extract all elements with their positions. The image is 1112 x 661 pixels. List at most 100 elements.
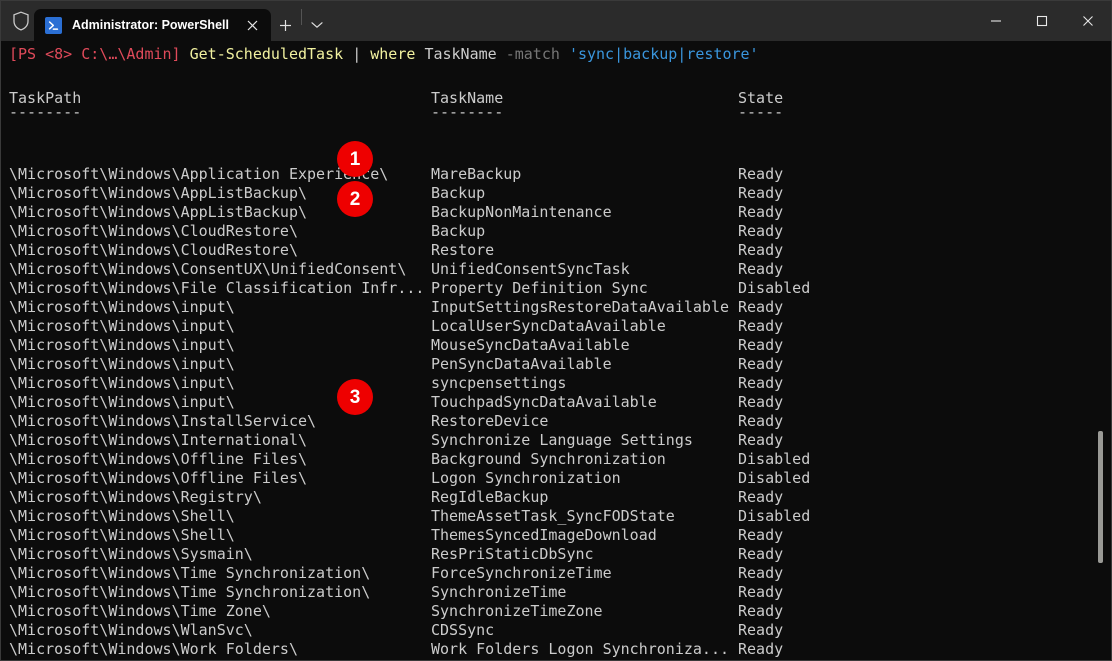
close-icon[interactable] xyxy=(241,13,265,37)
table-row-state: Ready xyxy=(738,621,784,639)
table-row-path: \Microsoft\Windows\CloudRestore\ xyxy=(9,222,298,240)
table-row-state: Ready xyxy=(738,564,784,582)
annotation-badge-2: 2 xyxy=(337,181,373,217)
table-row-state: Ready xyxy=(738,545,784,563)
title-bar: Administrator: PowerShell xyxy=(1,1,1111,41)
close-button[interactable] xyxy=(1065,1,1111,41)
table-row-name: Backup xyxy=(431,184,486,202)
table-row-state: Ready xyxy=(738,260,784,278)
table-row-name: MouseSyncDataAvailable xyxy=(431,336,630,354)
table-row-path: \Microsoft\Windows\input\ xyxy=(9,393,235,411)
table-row-name: ForceSynchronizeTime xyxy=(431,564,612,582)
annotation-badge-1: 1 xyxy=(337,141,373,177)
table-row-path: \Microsoft\Windows\File Classification I… xyxy=(9,279,425,297)
table-row-path: \Microsoft\Windows\InstallService\ xyxy=(9,412,317,430)
rule-state: ----- xyxy=(738,103,784,121)
table-row-path: \Microsoft\Windows\Workplace Join\ xyxy=(9,659,316,660)
window-controls xyxy=(973,1,1111,41)
table-row-name: RegIdleBackup xyxy=(431,488,549,506)
prompt-text: [PS <8> C:\…\Admin] xyxy=(9,45,181,63)
table-row-path: \Microsoft\Windows\Time Synchronization\ xyxy=(9,583,371,601)
match-operator: -match xyxy=(505,45,560,63)
property-name: TaskName xyxy=(424,45,497,63)
table-row-path: \Microsoft\Windows\Time Zone\ xyxy=(9,602,271,620)
scrollbar[interactable] xyxy=(1098,41,1111,660)
table-row-name: Synchronize Language Settings xyxy=(431,431,693,449)
table-row-path: \Microsoft\Windows\WlanSvc\ xyxy=(9,621,253,639)
table-row-path: \Microsoft\Windows\input\ xyxy=(9,374,235,392)
table-row-state: Ready xyxy=(738,640,784,658)
table-row-state: Disabled xyxy=(738,507,811,525)
table-row-name: ThemesSyncedImageDownload xyxy=(431,526,657,544)
table-row-state: Disabled xyxy=(738,450,811,468)
table-row-name: TouchpadSyncDataAvailable xyxy=(431,393,657,411)
table-row-name: Backup xyxy=(431,222,486,240)
command-line: [PS <8> C:\…\Admin] Get-ScheduledTask | … xyxy=(9,45,759,64)
table-row-state: Ready xyxy=(738,602,784,620)
table-row-state: Ready xyxy=(738,298,784,316)
maximize-button[interactable] xyxy=(1019,1,1065,41)
table-row-state: Disabled xyxy=(738,279,811,297)
rule-taskpath: -------- xyxy=(9,103,82,121)
powershell-icon xyxy=(45,16,62,34)
table-row-state: Ready xyxy=(738,336,784,354)
table-row-state: Ready xyxy=(738,317,784,335)
scrollbar-thumb[interactable] xyxy=(1098,431,1103,563)
table-row-name: Device-Sync xyxy=(431,659,530,660)
table-row-path: \Microsoft\Windows\AppListBackup\ xyxy=(9,184,308,202)
table-row-name: MareBackup xyxy=(431,165,522,183)
table-row-state: Ready xyxy=(738,355,784,373)
table-row-name: SynchronizeTime xyxy=(431,583,567,601)
table-row-name: LocalUserSyncDataAvailable xyxy=(431,317,666,335)
console-output[interactable]: [PS <8> C:\…\Admin] Get-ScheduledTask | … xyxy=(1,41,1111,660)
filter-command: where xyxy=(370,45,416,63)
tab-title: Administrator: PowerShell xyxy=(72,18,229,32)
table-row-path: \Microsoft\Windows\Registry\ xyxy=(9,488,262,506)
match-pattern: 'sync|backup|restore' xyxy=(568,45,759,63)
table-row-name: PenSyncDataAvailable xyxy=(431,355,612,373)
minimize-button[interactable] xyxy=(973,1,1019,41)
table-row-path: \Microsoft\Windows\Shell\ xyxy=(9,526,235,544)
table-row-path: \Microsoft\Windows\input\ xyxy=(9,336,235,354)
tab-administrator-powershell[interactable]: Administrator: PowerShell xyxy=(34,9,271,41)
table-row-path: \Microsoft\Windows\input\ xyxy=(9,317,235,335)
table-row-state: Ready xyxy=(738,222,784,240)
table-row-state: Disabled xyxy=(738,469,811,487)
rule-taskname: -------- xyxy=(431,103,504,121)
table-row-state: Ready xyxy=(738,165,784,183)
table-row-name: Logon Synchronization xyxy=(431,469,621,487)
table-row-name: ResPriStaticDbSync xyxy=(431,545,594,563)
table-row-path: \Microsoft\Windows\Application Experienc… xyxy=(9,165,389,183)
table-row-name: UnifiedConsentSyncTask xyxy=(431,260,630,278)
table-row-state: Ready xyxy=(738,488,784,506)
table-row-path: \Microsoft\Windows\input\ xyxy=(9,355,235,373)
table-row-path: \Microsoft\Windows\International\ xyxy=(9,431,308,449)
table-row-name: RestoreDevice xyxy=(431,412,549,430)
table-row-name: CDSSync xyxy=(431,621,495,639)
powershell-window: Administrator: PowerShell [PS <8> C:\…\A… xyxy=(0,0,1112,661)
annotation-badge-3: 3 xyxy=(337,379,373,415)
table-row-path: \Microsoft\Windows\Work Folders\ xyxy=(9,640,298,658)
table-row-state: Ready xyxy=(738,374,784,392)
table-row-state: Ready xyxy=(738,583,784,601)
table-row-name: syncpensettings xyxy=(431,374,567,392)
table-row-name: ThemeAssetTask_SyncFODState xyxy=(431,507,675,525)
table-row-path: \Microsoft\Windows\AppListBackup\ xyxy=(9,203,308,221)
table-row-path: \Microsoft\Windows\Time Synchronization\ xyxy=(9,564,371,582)
table-row-path: \Microsoft\Windows\input\ xyxy=(9,298,235,316)
table-row-state: Ready xyxy=(738,241,784,259)
table-row-state: Ready xyxy=(738,431,784,449)
table-row-state: Ready xyxy=(738,526,784,544)
chevron-down-icon[interactable] xyxy=(302,9,332,41)
table-row-name: InputSettingsRestoreDataAvailable xyxy=(431,298,730,316)
new-tab-button[interactable] xyxy=(271,9,301,41)
table-row-name: BackupNonMaintenance xyxy=(431,203,612,221)
table-row-state: Ready xyxy=(738,393,784,411)
table-row-path: \Microsoft\Windows\Offline Files\ xyxy=(9,469,308,487)
table-row-path: \Microsoft\Windows\ConsentUX\UnifiedCons… xyxy=(9,260,407,278)
shield-icon xyxy=(13,11,29,31)
table-row-path: \Microsoft\Windows\Shell\ xyxy=(9,507,235,525)
table-row-name: SynchronizeTimeZone xyxy=(431,602,603,620)
table-row-name: Restore xyxy=(431,241,495,259)
tab-strip: Administrator: PowerShell xyxy=(30,1,332,41)
